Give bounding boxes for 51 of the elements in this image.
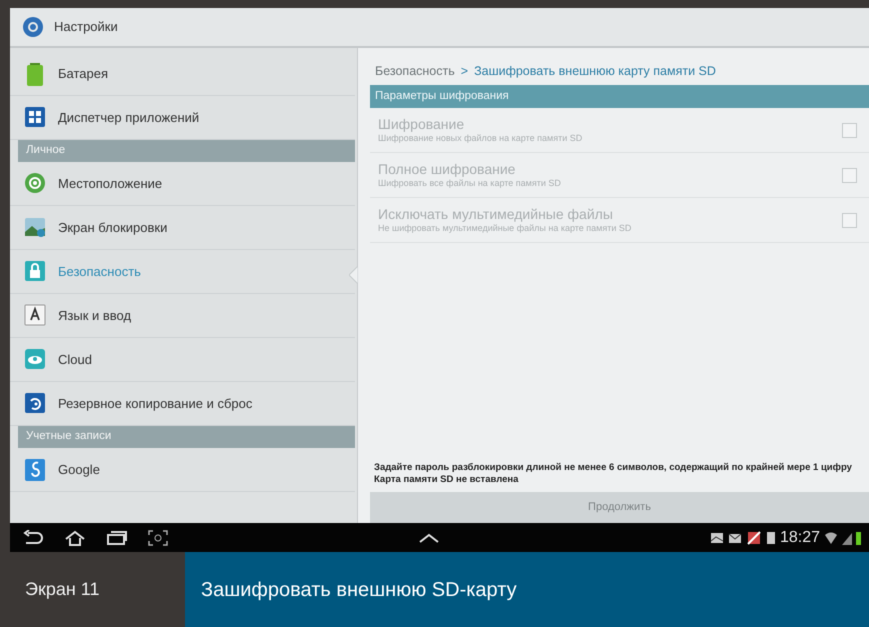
- crossed-out-icon: [746, 530, 762, 546]
- option-summary: Шифровать все файлы на карте памяти SD: [378, 177, 561, 189]
- option-title: Полное шифрование: [378, 161, 516, 177]
- option-summary: Шифрование новых файлов на карте памяти SD: [378, 132, 582, 144]
- option-title: Шифрование: [378, 116, 466, 132]
- target-icon: [24, 172, 46, 196]
- back-icon[interactable]: [22, 530, 44, 546]
- sidebar-item-label: Диспетчер приложений: [58, 108, 200, 127]
- sidebar-item[interactable]: Язык и ввод: [10, 294, 355, 338]
- action-bar-title: Настройки: [54, 18, 118, 36]
- breadcrumb-current: Зашифровать внешнюю карту памяти SD: [474, 63, 716, 80]
- landscape-icon: [24, 216, 46, 240]
- option-title: Исключать мультимедийные файлы: [378, 206, 614, 222]
- sidebar-item[interactable]: Google: [10, 448, 355, 492]
- screenshot-icon[interactable]: [148, 530, 168, 546]
- sidebar-item-label: Cloud: [58, 350, 92, 369]
- sd-card-icon: [766, 530, 776, 544]
- chevron-up-icon[interactable]: [418, 532, 440, 544]
- sidebar-item[interactable]: Местоположение: [10, 162, 355, 206]
- notice-text: Задайте пароль разблокировки длиной не менее 6 символов, содержащий по крайней мере 1 цифру: [374, 462, 853, 474]
- recent-apps-icon[interactable]: [106, 530, 128, 546]
- breadcrumb-link[interactable]: Безопасность: [375, 62, 455, 81]
- sidebar-item[interactable]: Экран блокировки: [10, 206, 355, 250]
- sidebar-item[interactable]: Cloud: [10, 338, 355, 382]
- grid-icon: [24, 106, 46, 130]
- gear-icon[interactable]: [22, 16, 44, 38]
- sidebar-item-label: Безопасность: [58, 262, 141, 281]
- sidebar-section-header: Учетные записи: [18, 426, 355, 448]
- battery-icon: [24, 62, 46, 86]
- sidebar-item-label: Экран блокировки: [58, 218, 168, 237]
- sidebar-item-label: Резервное копирование и сброс: [58, 394, 252, 413]
- sidebar-item-label: Батарея: [58, 64, 108, 83]
- notice-text: Карта памяти SD не вставлена: [374, 474, 520, 486]
- sidebar-section-header: Личное: [18, 140, 355, 162]
- sidebar-item-label: Язык и ввод: [58, 306, 132, 325]
- signal-icon: [842, 530, 852, 544]
- section-header: Параметры шифрования: [370, 84, 869, 108]
- picture-icon: [710, 532, 724, 544]
- padlock-icon: [24, 260, 46, 284]
- clock-time: 18:27: [780, 528, 820, 548]
- sidebar-item-label: Google: [58, 460, 100, 479]
- home-icon[interactable]: [64, 530, 86, 546]
- letter-icon: [24, 304, 46, 328]
- option-summary: Не шифровать мультимедийные файлы на карте памяти SD: [378, 222, 632, 234]
- battery-level-icon: [856, 530, 861, 544]
- sidebar-item[interactable]: Батарея: [10, 52, 355, 96]
- sidebar-item-label: Местоположение: [58, 174, 162, 193]
- caption-title: Зашифровать внешнюю SD-карту: [185, 552, 869, 627]
- envelope-icon: [728, 532, 742, 544]
- wifi-icon: [824, 530, 838, 544]
- breadcrumb-separator: >: [460, 63, 468, 80]
